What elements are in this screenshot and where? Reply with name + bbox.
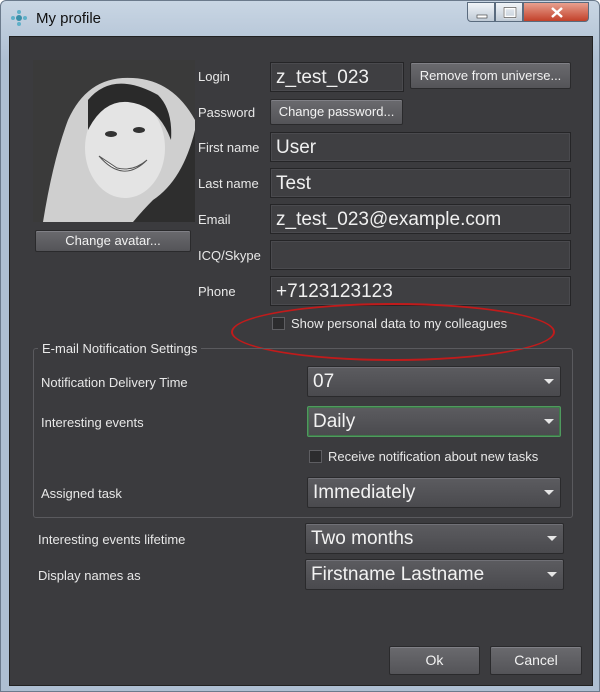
events-lifetime-value: Two months (311, 528, 414, 549)
new-tasks-checkbox[interactable] (309, 450, 322, 463)
remove-from-universe-label: Remove from universe... (419, 68, 562, 83)
change-avatar-button[interactable]: Change avatar... (35, 230, 191, 252)
login-label: Login (198, 69, 230, 84)
interesting-events-value: Daily (313, 411, 356, 432)
icq-skype-field[interactable] (270, 240, 571, 270)
email-notification-group-title: E-mail Notification Settings (38, 341, 202, 356)
remove-from-universe-button[interactable]: Remove from universe... (410, 62, 571, 89)
events-lifetime-select[interactable]: Two months (305, 523, 564, 554)
login-field[interactable]: z_test_023 (270, 62, 404, 92)
assigned-task-label: Assigned task (41, 486, 122, 501)
display-names-value: Firstname Lastname (311, 564, 485, 585)
change-password-label: Change password... (278, 104, 395, 119)
assigned-task-value: Immediately (313, 482, 416, 503)
window-title: My profile (36, 10, 102, 27)
minimize-button[interactable] (467, 2, 495, 22)
new-tasks-label[interactable]: Receive notification about new tasks (328, 449, 538, 464)
title-bar[interactable]: My profile (1, 1, 599, 35)
dropdown-arrow-icon (544, 379, 554, 384)
maximize-icon (503, 6, 517, 19)
email-label: Email (198, 212, 231, 227)
password-label: Password (198, 105, 256, 120)
app-icon (11, 10, 27, 26)
change-avatar-label: Change avatar... (65, 233, 161, 248)
icq-skype-label: ICQ/Skype (198, 248, 261, 263)
close-button[interactable] (523, 2, 589, 22)
display-names-select[interactable]: Firstname Lastname (305, 559, 564, 590)
ok-label: Ok (425, 652, 444, 668)
dropdown-arrow-icon (544, 419, 554, 424)
dropdown-arrow-icon (544, 490, 554, 495)
dialog-body: Change avatar... Login z_test_023 Remove… (9, 36, 593, 686)
interesting-events-select[interactable]: Daily (307, 406, 561, 437)
email-field[interactable]: z_test_023@example.com (270, 204, 571, 234)
cancel-label: Cancel (514, 652, 558, 668)
dropdown-arrow-icon (547, 572, 557, 577)
cancel-button[interactable]: Cancel (490, 646, 582, 675)
change-password-button[interactable]: Change password... (270, 99, 403, 125)
delivery-time-value: 07 (313, 371, 335, 392)
delivery-time-label: Notification Delivery Time (41, 375, 188, 390)
profile-window: My profile Change avatar... Login z_test… (0, 0, 600, 692)
first-name-label: First name (198, 140, 260, 155)
display-names-label: Display names as (38, 568, 141, 583)
dropdown-arrow-icon (547, 536, 557, 541)
minimize-icon (476, 14, 488, 19)
events-lifetime-label: Interesting events lifetime (38, 532, 186, 547)
phone-label: Phone (198, 284, 236, 299)
phone-field[interactable]: +7123123123 (270, 276, 571, 306)
delivery-time-select[interactable]: 07 (307, 366, 561, 397)
close-icon (551, 7, 563, 18)
maximize-button[interactable] (495, 2, 523, 22)
ok-button[interactable]: Ok (389, 646, 480, 675)
last-name-field[interactable]: Test (270, 168, 571, 198)
first-name-field[interactable]: User (270, 132, 571, 162)
avatar-image (33, 60, 195, 222)
assigned-task-select[interactable]: Immediately (307, 477, 561, 508)
interesting-events-label: Interesting events (41, 415, 144, 430)
last-name-label: Last name (198, 176, 259, 191)
